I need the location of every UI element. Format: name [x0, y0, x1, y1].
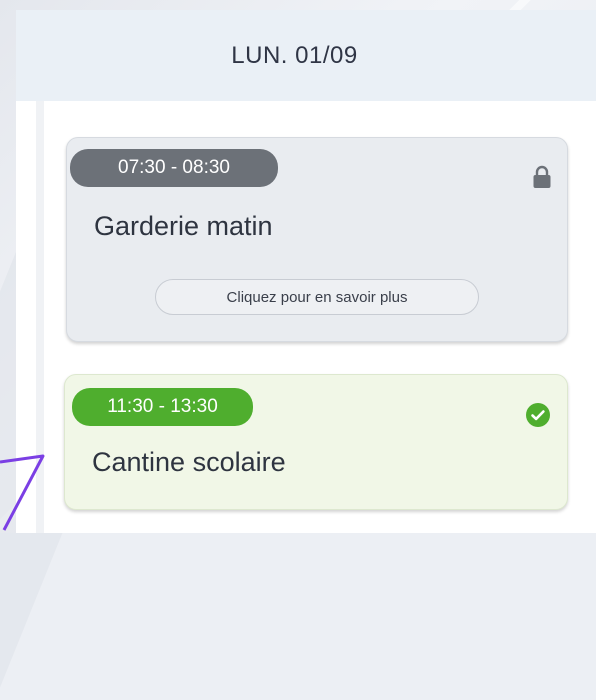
day-column: LUN. 01/09 07:30 - 08:30 Garderie matin … — [16, 10, 596, 533]
time-badge: 07:30 - 08:30 — [70, 149, 278, 187]
learn-more-button[interactable]: Cliquez pour en savoir plus — [155, 279, 479, 315]
activity-title: Garderie matin — [94, 211, 273, 241]
check-circle-icon — [526, 403, 550, 427]
time-badge: 11:30 - 13:30 — [72, 388, 253, 426]
lock-icon — [533, 165, 551, 188]
activity-title: Cantine scolaire — [92, 447, 286, 477]
day-label: LUN. 01/09 — [231, 41, 358, 69]
activity-card-garderie[interactable]: 07:30 - 08:30 Garderie matin Cliquez pou… — [66, 137, 568, 342]
day-header: LUN. 01/09 — [16, 10, 596, 101]
pointer-arrow-icon — [0, 454, 45, 531]
activity-card-cantine[interactable]: 11:30 - 13:30 Cantine scolaire — [64, 374, 568, 510]
